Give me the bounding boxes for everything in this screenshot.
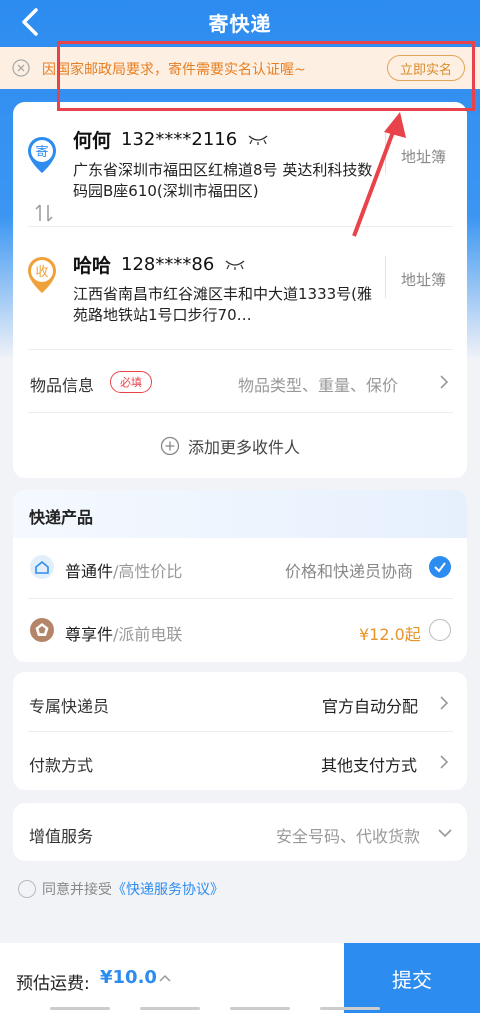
delivery-options-card: 专属快递员 官方自动分配 付款方式 其他支付方式 xyxy=(13,672,467,790)
sender-pin-icon: 寄 xyxy=(26,135,58,175)
value-added-services-card[interactable]: 增值服务 安全号码、代收货款 xyxy=(13,803,467,861)
agreement-checkbox[interactable] xyxy=(18,880,36,898)
estimated-fee-value[interactable]: ¥10.0 xyxy=(100,967,157,988)
chevron-down-icon xyxy=(438,829,452,838)
products-title: 快递产品 xyxy=(29,508,94,527)
app-header: 寄快递 xyxy=(0,0,480,44)
divider xyxy=(385,132,386,174)
receiver-name: 哈哈 xyxy=(73,255,112,277)
home-indicator xyxy=(320,1007,380,1010)
address-card: 寄 何何 132****2116 广东省深圳市福田区红棉道8号 英达利科技数码园… xyxy=(13,102,467,478)
products-header: 快递产品 xyxy=(13,490,467,538)
receiver-phone: 128****86 xyxy=(121,254,215,275)
product-standard-price: 价格和快递员协商 xyxy=(285,562,414,581)
chevron-right-icon xyxy=(439,695,449,711)
home-indicator xyxy=(140,1007,200,1010)
express-products-card: 快递产品 普通件/高性价比 价格和快递员协商 尊享件/派前电联 ¥12.0起 xyxy=(13,490,467,662)
sender-phone: 132****2116 xyxy=(121,129,238,150)
notice-text: 因国家邮政局要求，寄件需要实名认证喔~ xyxy=(42,62,306,78)
svg-text:寄: 寄 xyxy=(35,144,48,160)
sender-name-line[interactable]: 何何 132****2116 xyxy=(73,126,269,153)
divider xyxy=(28,598,453,599)
eye-closed-icon[interactable] xyxy=(224,259,246,271)
agreement-row[interactable]: 同意并接受 《快递服务协议》 xyxy=(18,879,224,899)
estimated-fee-label: 预估运费: xyxy=(16,974,90,994)
required-badge: 必填 xyxy=(110,371,152,393)
receiver-address-book-button[interactable]: 地址簿 xyxy=(401,269,446,290)
sender-name: 何何 xyxy=(73,130,112,152)
divider xyxy=(28,226,453,227)
product-standard[interactable]: 普通件/高性价比 xyxy=(65,558,182,582)
divider xyxy=(28,412,453,413)
agreement-prefix: 同意并接受 xyxy=(42,882,112,898)
product-premium-price: ¥12.0起 xyxy=(359,625,421,644)
divider xyxy=(28,731,453,732)
value-added-value: 安全号码、代收货款 xyxy=(276,827,421,846)
sender-address[interactable]: 广东省深圳市福田区红棉道8号 英达利科技数码园B座610(深圳市福田区) xyxy=(73,160,373,202)
eye-closed-icon[interactable] xyxy=(247,134,269,146)
svg-text:收: 收 xyxy=(35,265,48,280)
chevron-left-icon xyxy=(22,8,38,36)
pentagon-icon xyxy=(30,618,54,642)
close-circle-icon[interactable] xyxy=(12,59,30,77)
home-indicator xyxy=(50,1007,110,1010)
value-added-label: 增值服务 xyxy=(29,827,94,846)
courier-label: 专属快递员 xyxy=(29,697,110,716)
home-indicator xyxy=(230,1007,290,1010)
payment-label: 付款方式 xyxy=(29,756,94,775)
checkmark-circle-icon[interactable] xyxy=(429,556,451,578)
chevron-up-icon[interactable] xyxy=(158,973,172,983)
add-more-recipients-button[interactable]: 添加更多收件人 xyxy=(160,434,300,458)
receiver-pin-icon: 收 xyxy=(26,255,58,295)
goods-info-label: 物品信息 xyxy=(30,376,95,395)
plus-circle-icon xyxy=(160,436,180,456)
divider xyxy=(28,349,453,350)
submit-button[interactable]: 提交 xyxy=(344,943,480,1013)
product-premium[interactable]: 尊享件/派前电联 xyxy=(65,621,182,645)
divider xyxy=(385,256,386,298)
add-more-label: 添加更多收件人 xyxy=(188,438,301,457)
payment-value[interactable]: 其他支付方式 xyxy=(321,752,417,776)
realname-notice-bar: 因国家邮政局要求，寄件需要实名认证喔~ 立即实名 xyxy=(0,47,480,89)
sender-address-book-button[interactable]: 地址簿 xyxy=(401,146,446,167)
goods-info-hint[interactable]: 物品类型、重量、保价 xyxy=(238,372,398,396)
agreement-link[interactable]: 《快递服务协议》 xyxy=(112,879,224,899)
courier-value[interactable]: 官方自动分配 xyxy=(322,693,418,717)
receiver-address[interactable]: 江西省南昌市红谷滩区丰和中大道1333号(雅苑路地铁站1号口步行70… xyxy=(73,284,373,326)
product-premium-radio[interactable] xyxy=(429,619,451,641)
back-button[interactable] xyxy=(14,6,48,38)
chevron-right-icon xyxy=(439,374,449,390)
chevron-right-icon xyxy=(439,754,449,770)
verify-now-button[interactable]: 立即实名 xyxy=(387,55,465,81)
swap-icon[interactable] xyxy=(33,202,55,224)
house-icon xyxy=(30,555,54,579)
receiver-name-line[interactable]: 哈哈 128****86 xyxy=(73,251,246,278)
page-title: 寄快递 xyxy=(208,11,272,36)
